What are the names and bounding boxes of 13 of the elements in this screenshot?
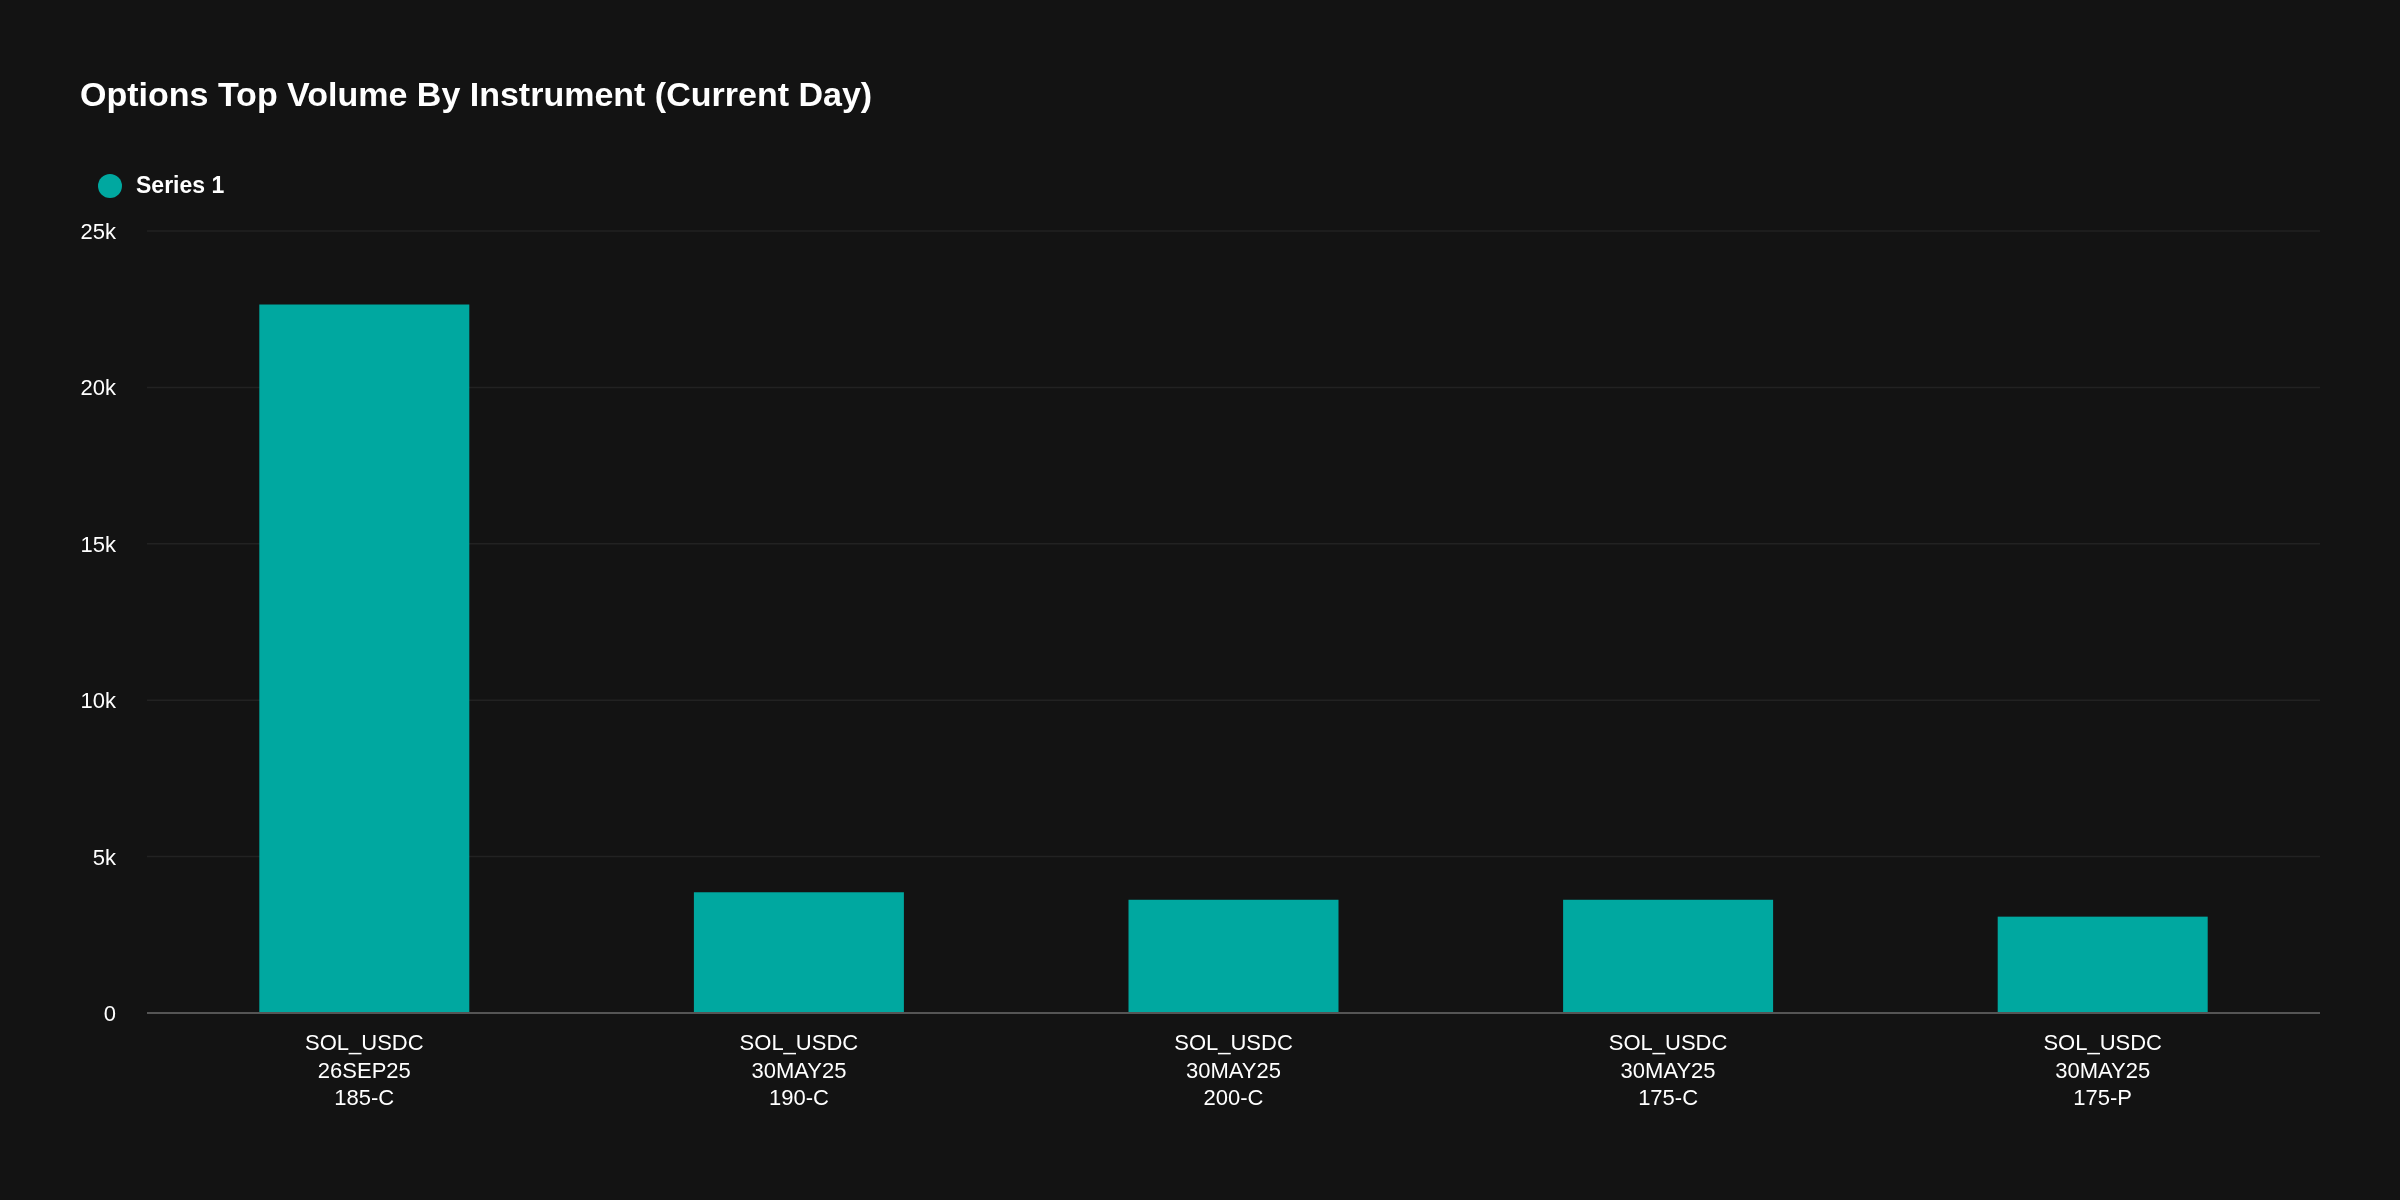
category-label: SOL_USDC 30MAY25 175-C xyxy=(1608,1030,1728,1110)
category-label: SOL_USDC 30MAY25 190-C xyxy=(739,1030,859,1110)
category-label: SOL_USDC 26SEP25 185-C xyxy=(305,1030,424,1110)
y-tick-label: 5k xyxy=(92,844,116,870)
y-tick-label: 25k xyxy=(80,219,116,244)
y-tick-label: 20k xyxy=(80,375,116,401)
legend-label: Series 1 xyxy=(136,172,225,199)
y-tick-label: 0 xyxy=(103,1001,116,1026)
category-label: SOL_USDC 30MAY25 200-C xyxy=(1174,1030,1293,1110)
y-tick-label: 15k xyxy=(80,531,116,557)
y-tick-label: 10k xyxy=(80,688,116,714)
chart-title: Options Top Volume By Instrument (Current Day) xyxy=(80,75,873,114)
category-label: SOL_USDC 30MAY25 175-P xyxy=(2043,1030,2162,1110)
